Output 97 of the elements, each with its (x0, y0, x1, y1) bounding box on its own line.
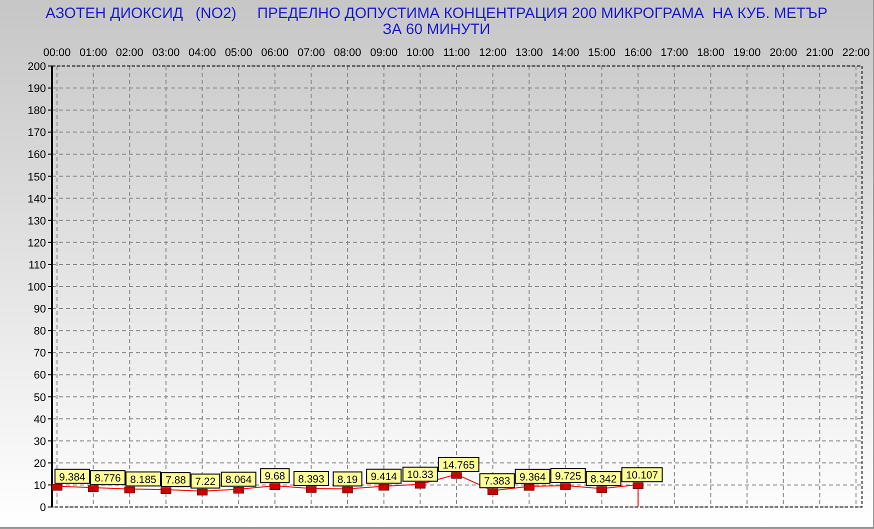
data-label: 8.393 (298, 473, 325, 486)
axis-label: 10:00 (406, 47, 434, 59)
axis-label: 15:00 (588, 47, 616, 59)
data-label: 7.88 (166, 474, 186, 487)
axis-label: 09:00 (370, 47, 398, 59)
data-point (52, 484, 62, 491)
data-point (560, 483, 571, 490)
data-label: 8.342 (590, 474, 617, 486)
data-point (596, 486, 608, 493)
data-label: 8.342 (586, 471, 622, 486)
data-label: 10.33 (407, 469, 434, 482)
data-label: 10.107 (621, 467, 663, 482)
data-label: 7.22 (190, 474, 220, 489)
data-label: 8.776 (94, 472, 122, 485)
data-label: 7.383 (479, 473, 515, 488)
data-point (488, 488, 498, 496)
axis-label: 190 (28, 83, 46, 96)
axis-label: 08:00 (334, 47, 362, 59)
data-label: 7.88 (161, 472, 191, 488)
axis-label: 10 (34, 480, 46, 492)
axis-label: 19:00 (733, 47, 761, 59)
axis-label: 130 (28, 215, 46, 228)
data-label: 9.364 (519, 471, 546, 484)
data-point (88, 485, 99, 492)
data-label: 8.19 (337, 474, 358, 486)
data-label: 10.33 (402, 466, 438, 482)
data-point (342, 486, 353, 494)
axis-label: 50 (34, 392, 46, 404)
data-point (124, 486, 135, 494)
data-label: 8.185 (126, 471, 161, 486)
axis-label: 16:00 (624, 47, 652, 59)
data-point (632, 482, 644, 490)
data-label: 7.383 (484, 476, 510, 488)
axis-label: 20 (34, 458, 46, 470)
axis-label: 70 (34, 348, 46, 360)
axis-label: 110 (28, 259, 46, 272)
data-point (378, 484, 390, 491)
axis-label: 00:00 (43, 47, 71, 59)
data-label: 8.776 (90, 470, 126, 486)
axis-label: 150 (28, 171, 46, 184)
data-label: 8.19 (332, 471, 362, 486)
data-point (160, 487, 172, 494)
data-point (196, 488, 208, 496)
data-label: 8.064 (225, 474, 252, 486)
axis-label: 11:00 (443, 47, 470, 59)
data-label: 9.725 (554, 470, 582, 483)
data-point (270, 483, 280, 490)
axis-label: 18:00 (696, 47, 724, 59)
data-label: 14.765 (438, 456, 480, 472)
data-label: 9.384 (59, 471, 86, 484)
data-label: 9.725 (550, 468, 586, 484)
axis-label: 80 (34, 326, 46, 338)
data-point (306, 486, 317, 493)
data-label: 9.414 (366, 468, 402, 484)
data-label: 8.064 (220, 472, 256, 487)
data-label: 9.364 (514, 468, 550, 484)
data-label: 9.68 (260, 468, 290, 484)
axis-label: 140 (28, 193, 46, 206)
data-label: 10.107 (626, 470, 658, 482)
axis-label: 20:00 (770, 47, 798, 59)
axis-label: 170 (28, 127, 46, 140)
axis-label: 06:00 (261, 47, 289, 59)
data-point (233, 486, 244, 494)
axis-label: 14:00 (552, 47, 580, 59)
data-label: 9.414 (370, 471, 398, 484)
axis-label: 02:00 (116, 47, 144, 59)
data-point (451, 472, 462, 479)
axis-label: 17:00 (660, 47, 688, 59)
axis-label: 03:00 (152, 47, 180, 59)
axis-label: 160 (28, 149, 46, 162)
axis-label: 04:00 (188, 47, 216, 59)
data-label: 9.68 (264, 470, 286, 483)
axis-label: 90 (34, 304, 46, 316)
axis-label: 100 (28, 282, 46, 294)
axis-label: 60 (34, 370, 46, 382)
chart-subtitle: ЗА 60 МИНУТИ (382, 22, 490, 38)
axis-label: 30 (34, 436, 46, 448)
axis-label: 05:00 (224, 47, 252, 59)
data-label: 8.185 (130, 474, 157, 486)
chart-title: АЗОТЕН ДИОКСИД (NO2) ПРЕДЕЛНО ДОПУСТИМА КОНЦЕНТРАЦИЯ 200 МИКРОГРАМА НА КУБ. МЕТЪР (46, 6, 828, 22)
axis-label: 0 (40, 502, 46, 514)
data-label: 9.384 (54, 468, 90, 484)
axis-label: 120 (28, 237, 46, 250)
axis-label: 12:00 (479, 47, 507, 59)
axis-label: 21:00 (806, 47, 834, 59)
data-point (414, 482, 426, 489)
data-point (524, 484, 534, 491)
axis-label: 200 (28, 61, 46, 73)
axis-label: 13:00 (515, 47, 543, 59)
axis-label: 01:00 (80, 47, 108, 59)
axis-label: 40 (34, 414, 46, 426)
axis-label: 22:00 (842, 47, 870, 59)
axis-label: 180 (28, 105, 46, 118)
axis-label: 07:00 (297, 47, 325, 59)
data-label: 14.765 (442, 459, 475, 472)
data-label: 7.22 (195, 476, 216, 488)
data-label: 8.393 (293, 471, 329, 486)
